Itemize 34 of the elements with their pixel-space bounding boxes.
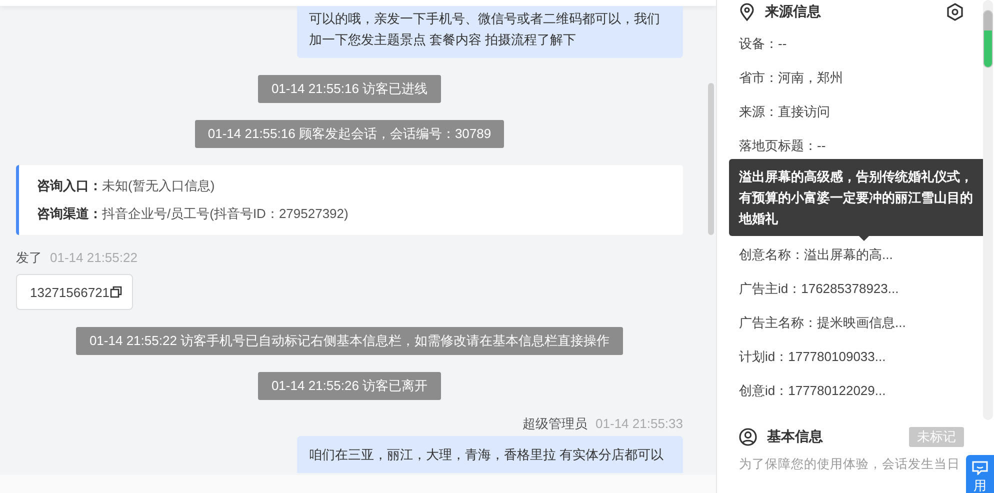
- copy-icon[interactable]: [110, 286, 122, 298]
- field-value: 抖音企业号/员工号(抖音号ID：279527392): [102, 206, 348, 221]
- info-field: 计划id：177780109033...: [739, 340, 994, 374]
- location-pin-icon: [739, 3, 755, 21]
- info-field: 广告主id：176285378923...: [739, 272, 994, 306]
- message-bubble: 可以的哦，亲发一下手机号、微信号或者二维码都可以，我们加一下您发主题景点 套餐内容 拍摄流程了解下: [297, 6, 683, 58]
- field-value: 未知(暂无入口信息): [102, 178, 215, 193]
- system-notice: 01-14 21:55:26 访客已离开: [258, 372, 441, 400]
- system-notice: 01-14 21:55:22 访客手机号已自动标记右侧基本信息栏，如需修改请在基本信息栏直接操作: [76, 327, 623, 355]
- message-icon: [972, 461, 988, 475]
- info-field: 广告主名称：提米映画信息...: [739, 306, 994, 340]
- chat-float-button[interactable]: 用: [966, 455, 994, 493]
- sender-name: 超级管理员: [522, 415, 588, 433]
- scrollbar-thumb[interactable]: [708, 83, 714, 235]
- timestamp: 01-14 21:55:33: [596, 415, 683, 433]
- message-bubble: 咱们在三亚，丽江，大理，青海，香格里拉 有实体分店都可以: [297, 436, 683, 473]
- user-icon: [739, 428, 757, 446]
- notice-text: 为了保障您的使用体验，会话发生当日: [739, 456, 960, 473]
- section-title: 来源信息: [765, 3, 821, 21]
- scrollbar[interactable]: [983, 0, 993, 420]
- phone-number: 13271566721: [30, 284, 110, 300]
- system-notice: 01-14 21:55:16 访客已进线: [258, 75, 441, 103]
- field-label: 咨询渠道：: [37, 206, 102, 221]
- info-field: 创意名称：溢出屏幕的高...: [739, 238, 994, 272]
- info-field: 来源：直接访问: [739, 95, 994, 129]
- info-field: 设备：--: [739, 27, 994, 61]
- info-field: 创意id：177780122029...: [739, 374, 994, 408]
- timestamp: 01-14 21:55:22: [50, 249, 138, 267]
- field-label: 咨询入口：: [37, 178, 102, 193]
- section-title: 基本信息: [767, 428, 823, 446]
- shield-icon[interactable]: [946, 3, 964, 21]
- system-notice: 01-14 21:55:16 顾客发起会话，会话编号：30789: [194, 120, 504, 148]
- info-field: 省市：河南，郑州: [739, 61, 994, 95]
- sender-name: 发了: [16, 249, 42, 267]
